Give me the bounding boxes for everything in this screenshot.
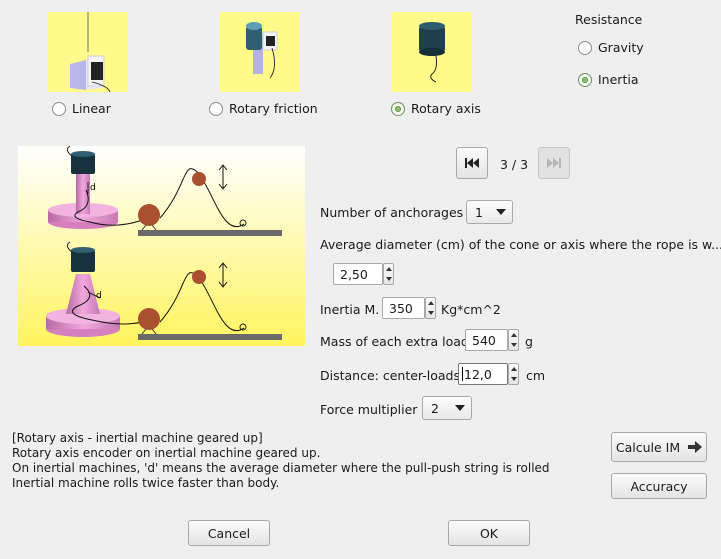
accuracy-button[interactable]: Accuracy	[611, 473, 707, 499]
skip-last-icon	[547, 158, 561, 168]
distance-spinner[interactable]	[508, 363, 519, 385]
mass-unit: g	[525, 334, 533, 349]
description-line: Inertial machine rolls twice faster than…	[12, 476, 280, 490]
description-line: Rotary axis encoder on inertial machine …	[12, 446, 321, 460]
chevron-down-icon	[455, 405, 465, 411]
force-multiplier-select[interactable]: 2	[422, 396, 472, 420]
distance-value: 12,0	[464, 366, 492, 382]
linear-radio-indicator[interactable]	[52, 101, 66, 116]
gravity-radio-indicator[interactable]	[578, 40, 592, 55]
mass-label: Mass of each extra load	[320, 334, 469, 349]
rotary-axis-radio-indicator[interactable]	[391, 101, 405, 116]
inertial-machine-diagram: d d	[18, 145, 305, 346]
arrow-right-icon	[688, 441, 703, 453]
text-cursor	[462, 367, 463, 381]
spin-down-icon[interactable]	[510, 343, 517, 347]
ok-label: OK	[479, 525, 499, 541]
mode-rotary-friction-label: Rotary friction	[229, 101, 318, 116]
mode-rotary-friction-radio[interactable]: Rotary friction	[209, 101, 318, 116]
rotary-friction-encoder-icon	[246, 22, 278, 79]
description-line: On inertial machines, 'd' means the aver…	[12, 461, 550, 475]
calcule-im-label: Calcule IM	[615, 439, 681, 455]
distance-input[interactable]: 12,0	[458, 363, 508, 385]
rotary-friction-thumbnail[interactable]	[220, 12, 300, 92]
description-text: [Rotary axis - inertial machine geared u…	[12, 431, 602, 491]
inertia-label: Inertia M.	[320, 302, 380, 317]
mass-input[interactable]: 540	[465, 329, 508, 351]
rotary-axis-thumbnail[interactable]	[392, 12, 472, 92]
diameter-spinner[interactable]	[383, 263, 394, 285]
chevron-down-icon	[496, 209, 506, 215]
diameter-input[interactable]: 2,50	[333, 263, 383, 285]
cancel-label: Cancel	[207, 525, 251, 541]
diameter-label-d: d	[90, 183, 96, 193]
skip-first-icon	[465, 158, 479, 168]
force-multiplier-value: 2	[431, 400, 439, 416]
anchorages-select[interactable]: 1	[466, 200, 513, 224]
inertia-input[interactable]: 350	[382, 297, 425, 319]
spin-up-icon[interactable]	[510, 333, 517, 337]
mode-linear-label: Linear	[72, 101, 111, 116]
anchorages-value: 1	[475, 204, 483, 220]
rotary-friction-radio-indicator[interactable]	[209, 101, 223, 116]
anchorages-label: Number of anchorages	[320, 205, 464, 220]
force-multiplier-label: Force multiplier	[320, 402, 418, 417]
last-page-button[interactable]	[538, 147, 570, 179]
spin-down-icon[interactable]	[510, 377, 517, 381]
diameter-label: Average diameter (cm) of the cone or axi…	[320, 237, 721, 252]
linear-encoder-icon	[70, 12, 111, 93]
resistance-inertia-radio[interactable]: Inertia	[578, 72, 638, 87]
mass-value: 540	[472, 332, 496, 348]
accuracy-label: Accuracy	[630, 478, 688, 494]
mass-spinner[interactable]	[508, 329, 519, 351]
mode-rotary-axis-radio[interactable]: Rotary axis	[391, 101, 481, 116]
inertia-spinner[interactable]	[425, 297, 436, 319]
inertia-value: 350	[389, 300, 413, 316]
resistance-title: Resistance	[575, 12, 643, 27]
first-page-button[interactable]	[456, 147, 488, 179]
spin-up-icon[interactable]	[385, 267, 392, 271]
mode-rotary-axis-label: Rotary axis	[411, 101, 481, 116]
description-line: [Rotary axis - inertial machine geared u…	[12, 431, 263, 445]
linear-thumbnail[interactable]	[48, 12, 128, 93]
cancel-button[interactable]: Cancel	[188, 520, 270, 546]
rotary-axis-encoder-icon	[419, 22, 445, 83]
spin-down-icon[interactable]	[385, 277, 392, 281]
diameter-value: 2,50	[340, 266, 368, 282]
diameter-label-d-lower: d	[96, 291, 102, 301]
machine-illustration: d d	[18, 145, 305, 346]
spin-up-icon[interactable]	[510, 367, 517, 371]
calcule-im-button[interactable]: Calcule IM	[611, 432, 707, 462]
inertia-radio-indicator[interactable]	[578, 72, 592, 87]
distance-label: Distance: center-loads	[320, 368, 460, 383]
resistance-inertia-label: Inertia	[598, 72, 639, 87]
resistance-gravity-label: Gravity	[598, 40, 644, 55]
ok-button[interactable]: OK	[448, 520, 530, 546]
page-indicator: 3 / 3	[500, 157, 529, 172]
inertia-unit: Kg*cm^2	[441, 302, 501, 317]
spin-up-icon[interactable]	[427, 301, 434, 305]
mode-linear-radio[interactable]: Linear	[52, 101, 111, 116]
resistance-gravity-radio[interactable]: Gravity	[578, 40, 644, 55]
distance-unit: cm	[526, 368, 546, 383]
spin-down-icon[interactable]	[427, 311, 434, 315]
